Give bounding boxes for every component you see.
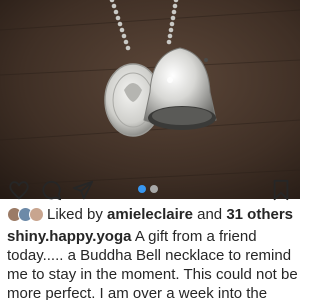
likes-joiner: and xyxy=(197,205,223,223)
liker-avatars xyxy=(7,205,47,223)
avatar xyxy=(29,207,44,222)
bookmark-icon[interactable] xyxy=(270,179,292,201)
post-caption: shiny.happy.yoga A gift from a friend to… xyxy=(7,227,299,300)
post-photo[interactable] xyxy=(0,0,300,199)
post-action-bar xyxy=(0,175,300,203)
necklace-photo xyxy=(0,0,300,199)
likes-prefix: Liked by xyxy=(47,205,103,223)
heart-icon[interactable] xyxy=(8,179,30,201)
comment-icon[interactable] xyxy=(40,179,62,201)
likes-others-count[interactable]: 31 others xyxy=(226,206,293,223)
caption-username[interactable]: shiny.happy.yoga xyxy=(7,228,131,245)
likes-summary[interactable]: Liked by amieleclaire and 31 others xyxy=(7,205,293,223)
likes-text: Liked by amieleclaire and 31 others xyxy=(47,206,293,223)
liker-username[interactable]: amieleclaire xyxy=(107,206,193,223)
send-icon[interactable] xyxy=(72,179,94,201)
